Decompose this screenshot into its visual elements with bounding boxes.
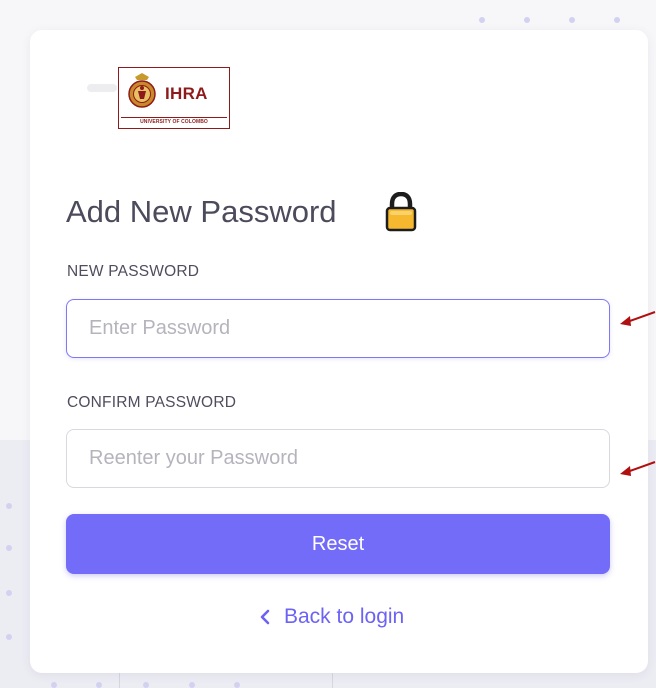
lock-icon <box>385 192 417 232</box>
background-dot <box>51 682 57 688</box>
new-password-input[interactable] <box>66 299 610 358</box>
logo-subtitle: UNIVERSITY OF COLOMBO <box>121 117 227 127</box>
background-dot <box>6 545 12 551</box>
logo-name: IHRA <box>165 84 208 103</box>
annotation-arrow-icon <box>620 311 656 326</box>
confirm-password-label: CONFIRM PASSWORD <box>67 394 237 411</box>
background-dot <box>6 503 12 509</box>
background-dot <box>6 634 12 640</box>
background-dot <box>614 17 620 23</box>
background-dot <box>234 682 240 688</box>
chevron-left-icon <box>260 609 270 625</box>
new-password-label: NEW PASSWORD <box>67 263 200 280</box>
background-dot <box>479 17 485 23</box>
back-to-login-label: Back to login <box>284 605 405 628</box>
ihra-logo: IHRA UNIVERSITY OF COLOMBO <box>118 67 230 129</box>
logo-mark <box>87 84 117 92</box>
background-dot <box>569 17 575 23</box>
university-seal-icon <box>128 73 156 108</box>
annotation-arrow-icon <box>620 461 656 476</box>
back-to-login-link[interactable]: Back to login <box>258 602 404 632</box>
background-dot <box>6 590 12 596</box>
background-dot <box>524 17 530 23</box>
background-dot <box>143 682 149 688</box>
background-dot <box>96 682 102 688</box>
page-title: Add New Password <box>66 194 337 229</box>
reset-button[interactable]: Reset <box>66 514 610 574</box>
confirm-password-input[interactable] <box>66 429 610 488</box>
background-dot <box>189 682 195 688</box>
